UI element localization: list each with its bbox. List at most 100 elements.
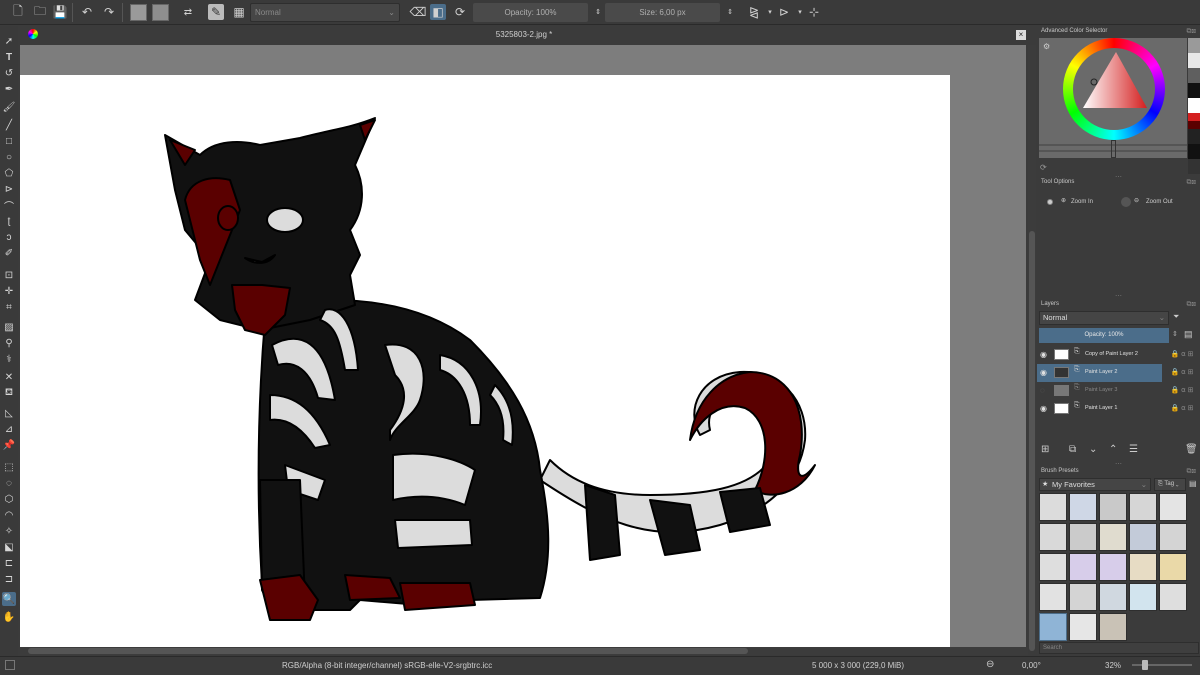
select-shapes-tool-icon[interactable]: ➚ [2,34,16,48]
vertical-scroll-thumb[interactable] [1029,231,1035,651]
bezier-selection-tool-icon[interactable]: ⊏ [2,556,16,570]
rectangular-selection-tool-icon[interactable]: ⬚ [2,460,16,474]
move-layer-up-icon[interactable]: ⌃ [1109,444,1117,455]
brush-preset-item-selected[interactable] [1039,613,1067,641]
canvas-area[interactable] [20,45,1026,647]
multibrush-tool-icon[interactable]: ✐ [2,246,16,260]
layer-row[interactable]: ◉ ⎘ Paint Layer 1 [1037,400,1162,418]
eye-icon[interactable]: ◉ [1040,350,1047,359]
horizontal-scrollbar[interactable] [20,647,1028,655]
brush-preset-item[interactable] [1039,583,1067,611]
brush-preset-item[interactable] [1069,493,1097,521]
brush-preset-item[interactable] [1039,553,1067,581]
brush-preset-item[interactable] [1039,523,1067,551]
fill-tool-icon[interactable]: ⛾ [2,386,16,400]
freehand-path-tool-icon[interactable]: ʈ [2,214,16,228]
calligraphy-tool-icon[interactable]: ✒ [2,82,16,96]
smart-patch-tool-icon[interactable]: ⚕ [2,352,16,366]
brush-preset-item[interactable] [1129,583,1157,611]
brush-view-icon[interactable]: ▤ [1189,479,1197,488]
filter-icon[interactable]: ⏷ [1173,312,1179,322]
polygonal-selection-tool-icon[interactable]: ⬡ [2,492,16,506]
crop-tool-icon[interactable]: ⌗ [2,300,16,314]
tag-button[interactable]: ⎘ Tag ⌄ [1154,478,1186,491]
brush-preset-item[interactable] [1099,613,1127,641]
eye-icon[interactable]: ◉ [1040,404,1047,413]
color-selector-panel[interactable]: ⚙ [1039,38,1187,158]
line-tool-icon[interactable]: ╱ [2,118,16,132]
ellipse-tool-icon[interactable]: ○ [2,150,16,164]
magnetic-selection-tool-icon[interactable]: ⊐ [2,572,16,586]
brush-preset-item[interactable] [1129,523,1157,551]
document-tab-title[interactable]: 5325803-2.jpg * [20,30,1028,39]
move-layer-down-icon[interactable]: ⌄ [1089,444,1097,455]
gradient-tool-icon[interactable]: ▨ [2,320,16,334]
color-selector-settings-icon[interactable]: ⚙ [1043,42,1050,51]
rectangle-tool-icon[interactable]: □ [2,134,16,148]
freehand-brush-tool-icon[interactable]: 🖌 [2,100,16,114]
brush-preset-item[interactable] [1099,523,1127,551]
brush-preset-item[interactable] [1069,523,1097,551]
color-history-handle[interactable] [1111,140,1116,158]
edit-shapes-tool-icon[interactable]: ↺ [2,66,16,80]
eye-closed-icon[interactable]: ◌ [1040,386,1045,395]
blend-mode-select[interactable]: Normal ⌄ [250,3,400,22]
move-tool-icon[interactable]: ✛ [2,284,16,298]
brush-search-input[interactable]: Search [1039,642,1199,654]
save-icon[interactable]: 💾 [52,4,68,20]
reference-images-tool-icon[interactable]: 📌 [2,438,16,452]
elliptical-selection-tool-icon[interactable]: ◌ [2,476,16,490]
zoom-slider[interactable] [1132,660,1192,670]
brush-preset-item[interactable] [1159,553,1187,581]
layer-row[interactable]: ◌ ⎘ Paint Layer 3 [1037,382,1162,400]
transform-tool-icon[interactable]: ⊡ [2,268,16,282]
brush-preset-item[interactable] [1159,493,1187,521]
freehand-selection-tool-icon[interactable]: ◠ [2,508,16,522]
contiguous-selection-tool-icon[interactable]: ✧ [2,524,16,538]
preserve-alpha-icon[interactable]: ◧ [430,4,446,20]
colorize-mask-tool-icon[interactable]: ✕ [2,370,16,384]
reload-icon[interactable]: ⟳ [452,4,468,20]
bezier-tool-icon[interactable]: ⌒ [2,198,16,213]
open-folder-icon[interactable]: 🗀 [32,4,48,20]
new-document-icon[interactable]: 🗋 [10,4,26,20]
zoom-in-radio[interactable] [1047,199,1053,205]
dynamic-brush-tool-icon[interactable]: ↄ [2,230,16,244]
canvas-paper[interactable] [20,75,950,647]
selection-indicator-icon[interactable] [5,660,15,670]
color-picker-tool-icon[interactable]: ⚲ [2,336,16,350]
size-slider[interactable]: Size: 6,00 px [605,3,720,22]
opacity-stepper[interactable]: ⇕ [590,4,606,20]
mirror-vertical-icon[interactable]: ⊳ [776,4,792,20]
brush-preset-item[interactable] [1099,583,1127,611]
brush-preset-item[interactable] [1159,523,1187,551]
opacity-slider[interactable]: Opacity: 100% [473,3,588,22]
undo-icon[interactable]: ↶ [79,4,95,20]
rotation-reset-icon[interactable]: ⊖ [986,659,994,670]
docker-controls-icon[interactable]: ⧉⊠ [1187,468,1196,476]
brush-preset-item[interactable] [1069,613,1097,641]
redo-icon[interactable]: ↷ [101,4,117,20]
layer-properties-icon[interactable]: ▤ [1184,329,1193,340]
text-tool-icon[interactable]: T [2,50,16,64]
duplicate-layer-icon[interactable]: ⧉ [1069,444,1076,455]
brush-preset-item[interactable] [1099,553,1127,581]
docker-controls-icon[interactable]: ⧉⊠ [1187,301,1196,309]
docker-controls-icon[interactable]: ⧉⊠ [1187,179,1196,187]
swap-colors-icon[interactable]: ⇄ [180,4,196,20]
brush-preset-item[interactable] [1039,493,1067,521]
assistant-tool-icon[interactable]: ◺ [2,406,16,420]
size-stepper[interactable]: ⇕ [722,4,738,20]
eye-icon[interactable]: ◉ [1040,368,1047,377]
background-color-swatch[interactable] [152,4,169,21]
brush-preset-item[interactable] [1159,583,1187,611]
refresh-icon[interactable]: ⟳ [1040,163,1047,172]
color-history-strip[interactable] [1188,38,1200,188]
delete-layer-icon[interactable]: 🗑 [1185,444,1198,455]
wrap-around-icon[interactable]: ⊹ [806,4,822,20]
polyline-tool-icon[interactable]: ⊳ [2,182,16,196]
polygon-tool-icon[interactable]: ⬠ [2,166,16,180]
zoom-out-radio[interactable] [1121,197,1131,207]
brush-preset-item[interactable] [1099,493,1127,521]
layer-row[interactable]: ◉ ⎘ Paint Layer 2 [1037,364,1162,382]
